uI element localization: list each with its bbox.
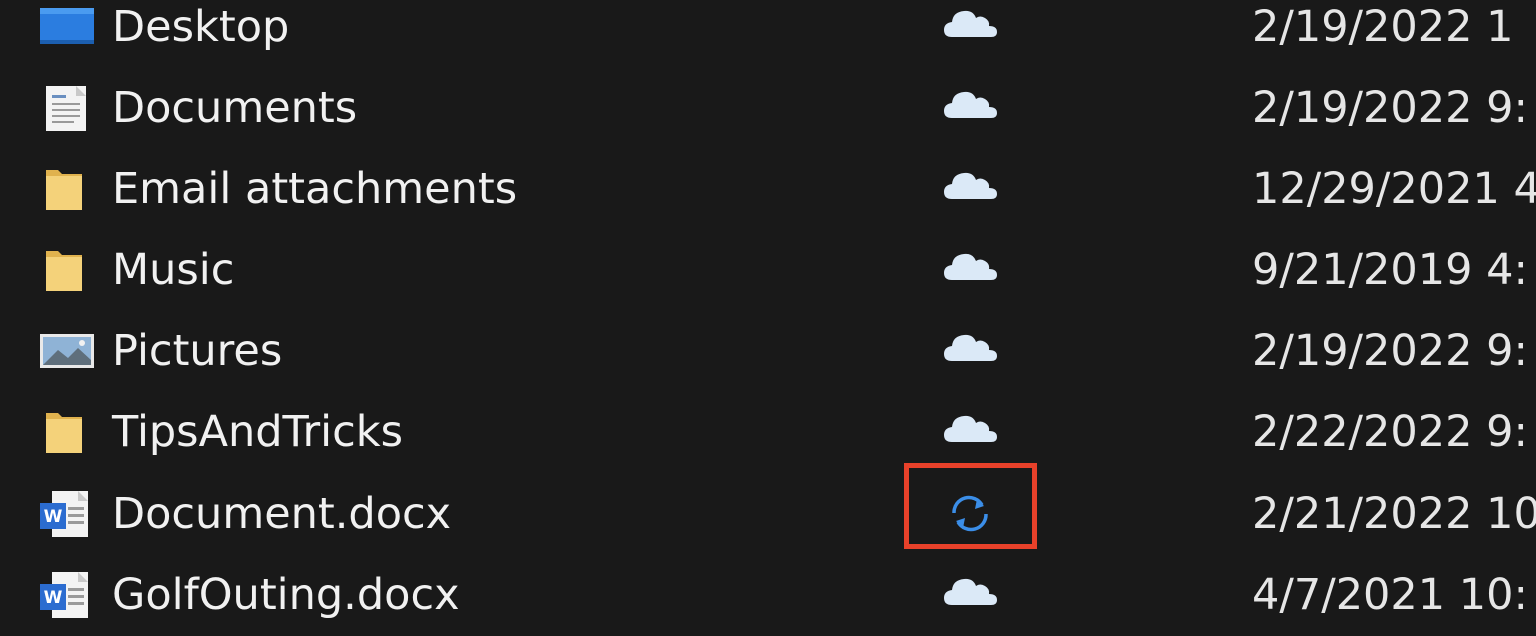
cloud-online-icon xyxy=(940,571,1002,617)
svg-text:W: W xyxy=(44,507,63,527)
file-name[interactable]: Email attachments xyxy=(112,162,517,216)
file-row-golfouting-docx[interactable]: W GolfOuting.docx 4/7/2021 10: xyxy=(0,568,1536,636)
cloud-online-icon xyxy=(940,246,1002,292)
word-document-icon: W xyxy=(38,572,98,618)
file-row-tipsandtricks[interactable]: TipsAndTricks 2/22/2022 9: xyxy=(0,405,1536,486)
file-row-documents[interactable]: Documents 2/19/2022 9: xyxy=(0,81,1536,162)
cloud-online-icon xyxy=(940,3,1002,49)
file-name[interactable]: Documents xyxy=(112,81,357,135)
cloud-online-icon xyxy=(940,84,1002,130)
file-name[interactable]: TipsAndTricks xyxy=(112,405,403,459)
file-row-email-attachments[interactable]: Email attachments 12/29/2021 4 xyxy=(0,162,1536,243)
cloud-online-icon xyxy=(940,165,1002,211)
file-list-pane: Desktop 2/19/2022 1 Documents 2/19/2022 … xyxy=(0,0,1536,636)
svg-text:W: W xyxy=(44,588,63,608)
file-name[interactable]: Desktop xyxy=(112,0,289,54)
file-name[interactable]: Pictures xyxy=(112,324,282,378)
highlight-annotation-box xyxy=(904,463,1037,549)
date-modified: 4/7/2021 10: xyxy=(1252,570,1528,620)
cloud-online-icon xyxy=(940,327,1002,373)
documents-folder-icon xyxy=(38,85,98,131)
date-modified: 9/21/2019 4: xyxy=(1252,245,1528,295)
cloud-online-icon xyxy=(940,408,1002,454)
date-modified: 2/21/2022 10 xyxy=(1252,489,1536,539)
word-document-icon: W xyxy=(38,491,98,537)
folder-icon xyxy=(38,166,98,212)
date-modified: 12/29/2021 4 xyxy=(1252,164,1536,214)
date-modified: 2/19/2022 9: xyxy=(1252,83,1528,133)
file-row-desktop[interactable]: Desktop 2/19/2022 1 xyxy=(0,0,1536,81)
desktop-folder-icon xyxy=(38,4,98,50)
date-modified: 2/19/2022 9: xyxy=(1252,326,1528,376)
file-name[interactable]: Music xyxy=(112,243,234,297)
date-modified: 2/19/2022 1 xyxy=(1252,2,1514,52)
pictures-folder-icon xyxy=(38,328,98,374)
folder-icon xyxy=(38,247,98,293)
file-row-music[interactable]: Music 9/21/2019 4: xyxy=(0,243,1536,324)
file-row-pictures[interactable]: Pictures 2/19/2022 9: xyxy=(0,324,1536,405)
file-name[interactable]: Document.docx xyxy=(112,487,451,541)
file-row-document-docx[interactable]: W Document.docx 2/21/2022 10 xyxy=(0,487,1536,568)
date-modified: 2/22/2022 9: xyxy=(1252,407,1528,457)
file-name[interactable]: GolfOuting.docx xyxy=(112,568,460,622)
folder-icon xyxy=(38,409,98,455)
